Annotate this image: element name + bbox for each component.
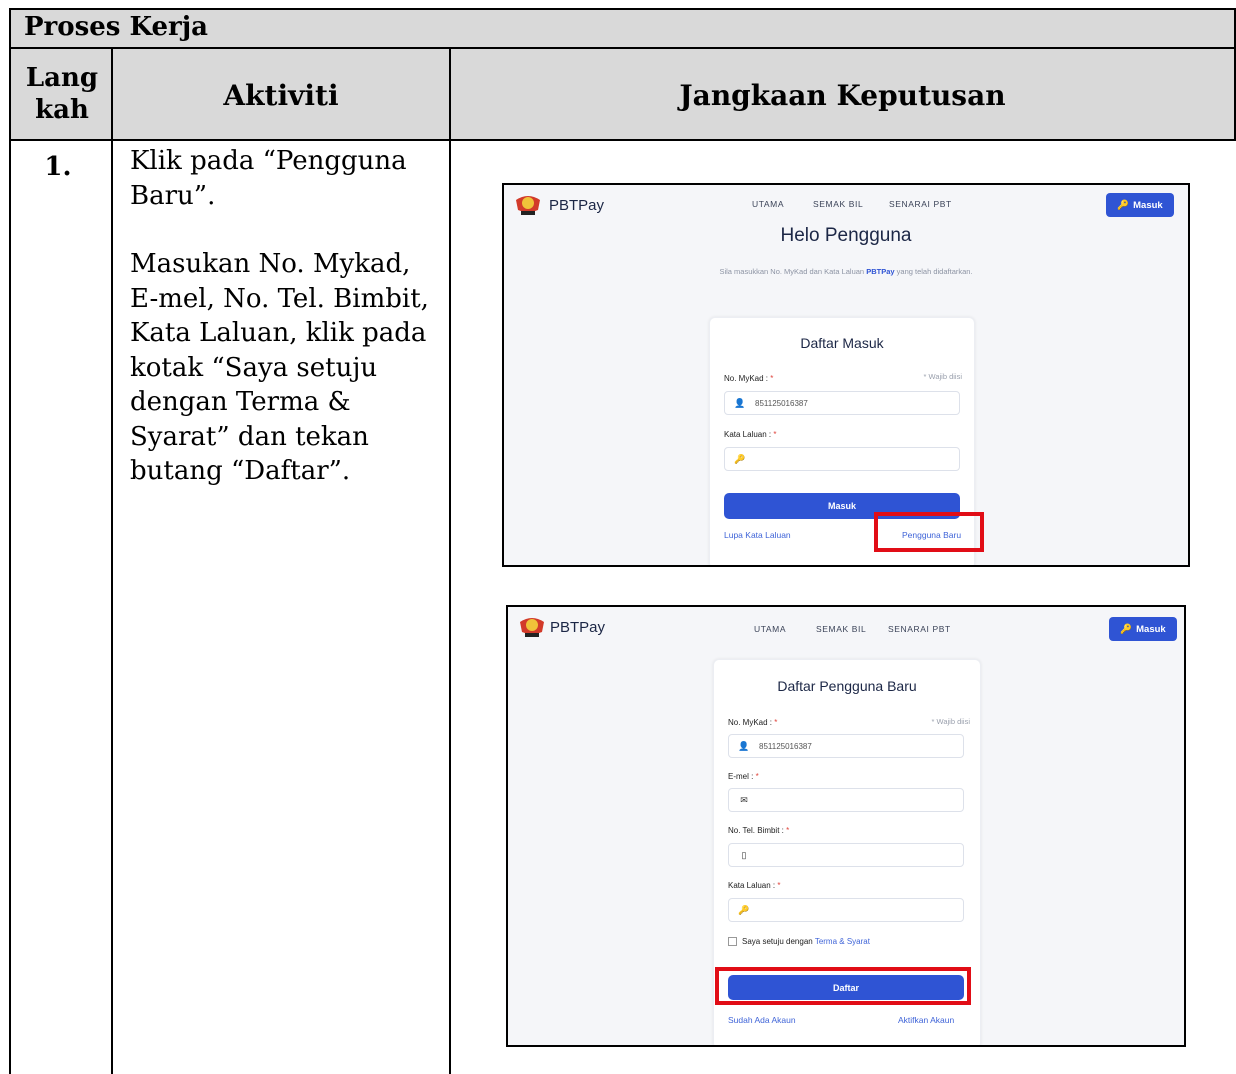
header-login-label: Masuk [1133, 199, 1163, 211]
header-login-label: Masuk [1136, 623, 1166, 635]
header-step: Lang kah [25, 63, 99, 125]
mykad-input[interactable]: 👤 851125016387 [724, 391, 960, 415]
login-subtitle-brand: PBTPay [866, 267, 895, 276]
header-activity: Aktiviti [223, 79, 339, 112]
login-screenshot: PBTPay UTAMA SEMAK BIL SENARAI PBT 🔑 Mas… [502, 183, 1190, 567]
step-number: 1. [44, 152, 72, 182]
nav-senarai-pbt[interactable]: SENARAI PBT [888, 624, 951, 634]
mykad-label: No. MyKad : * [728, 718, 777, 727]
nav-semak-bil[interactable]: SEMAK BIL [813, 199, 863, 209]
login-card-title: Daftar Masuk [800, 335, 884, 351]
email-input[interactable]: ✉ [728, 788, 964, 812]
header-divider [9, 139, 1236, 141]
email-label: E-mel : * [728, 772, 759, 781]
mykad-label: No. MyKad : * [724, 374, 773, 383]
activate-account-link[interactable]: Aktifkan Akaun [898, 1015, 954, 1025]
highlight-daftar-button [715, 967, 971, 1005]
key-icon: 🔑 [734, 453, 746, 464]
nav-senarai-pbt[interactable]: SENARAI PBT [889, 199, 952, 209]
terms-pre: Saya setuju dengan [742, 937, 815, 946]
header-login-button[interactable]: 🔑 Masuk [1109, 617, 1177, 641]
nav-utama[interactable]: UTAMA [754, 624, 786, 634]
forgot-password-link[interactable]: Lupa Kata Laluan [724, 530, 791, 540]
password-label: Kata Laluan : * [728, 881, 781, 890]
key-icon: 🔑 [738, 904, 750, 915]
terms-checkbox[interactable] [728, 937, 737, 946]
terms-text: Saya setuju dengan Terma & Syarat [742, 937, 870, 946]
email-label-text: E-mel : [728, 772, 754, 781]
coat-of-arms-logo [520, 618, 544, 637]
phone-label: No. Tel. Bimbit : * [728, 826, 789, 835]
password-label: Kata Laluan : * [724, 430, 777, 439]
password-input[interactable]: 🔑 [724, 447, 960, 471]
mykad-label-text: No. MyKad : [728, 718, 773, 727]
mykad-value: 851125016387 [759, 741, 812, 751]
highlight-new-user [874, 512, 984, 552]
login-subtitle: Sila masukkan No. MyKad dan Kata Laluan … [504, 267, 1188, 276]
required-mark: * [774, 718, 778, 727]
required-hint: * Wajib diisi [923, 372, 962, 381]
header-login-button[interactable]: 🔑 Masuk [1106, 193, 1174, 217]
mykad-value: 851125016387 [755, 398, 808, 408]
column-divider-2 [449, 47, 451, 1074]
coat-of-arms-logo [516, 196, 540, 215]
nav-semak-bil[interactable]: SEMAK BIL [816, 624, 866, 634]
required-hint: * Wajib diisi [931, 717, 970, 726]
section-title: Proses Kerja [24, 12, 208, 42]
password-label-text: Kata Laluan : [724, 430, 772, 439]
key-icon: 🔑 [1120, 623, 1133, 635]
key-icon: 🔑 [1117, 199, 1130, 211]
activity-paragraph-2: Masukan No. Mykad, E-mel, No. Tel. Bimbi… [130, 249, 429, 486]
phone-input[interactable]: ▯ [728, 843, 964, 867]
mykad-input[interactable]: 👤 851125016387 [728, 734, 964, 758]
terms-row: Saya setuju dengan Terma & Syarat [728, 937, 870, 946]
activity-text: Klik pada “Pengguna Baru”. Masukan No. M… [130, 144, 440, 523]
login-subtitle-post: yang telah didaftarkan. [894, 267, 973, 276]
required-mark: * [777, 881, 781, 890]
user-icon: 👤 [738, 740, 750, 751]
brand-name[interactable]: PBTPay [550, 619, 605, 636]
required-mark: * [773, 430, 777, 439]
header-result: Jangkaan Keputusan [679, 79, 1006, 112]
required-mark: * [770, 374, 774, 383]
register-card-title: Daftar Pengguna Baru [777, 678, 917, 694]
brand-name[interactable]: PBTPay [549, 197, 604, 214]
password-input[interactable]: 🔑 [728, 898, 964, 922]
login-heading: Helo Pengguna [780, 225, 912, 246]
envelope-icon: ✉ [740, 794, 748, 805]
mobile-phone-icon: ▯ [741, 849, 747, 860]
activity-paragraph-1: Klik pada “Pengguna Baru”. [130, 146, 407, 211]
have-account-link[interactable]: Sudah Ada Akaun [728, 1015, 796, 1025]
required-mark: * [786, 826, 790, 835]
phone-label-text: No. Tel. Bimbit : [728, 826, 784, 835]
password-label-text: Kata Laluan : [728, 881, 776, 890]
column-divider-1 [111, 47, 113, 1074]
login-subtitle-pre: Sila masukkan No. MyKad dan Kata Laluan [719, 267, 867, 276]
mykad-label-text: No. MyKad : [724, 374, 769, 383]
nav-utama[interactable]: UTAMA [752, 199, 784, 209]
title-divider [9, 47, 1236, 49]
required-mark: * [755, 772, 759, 781]
terms-link[interactable]: Terma & Syarat [815, 937, 870, 946]
user-icon: 👤 [734, 397, 746, 408]
